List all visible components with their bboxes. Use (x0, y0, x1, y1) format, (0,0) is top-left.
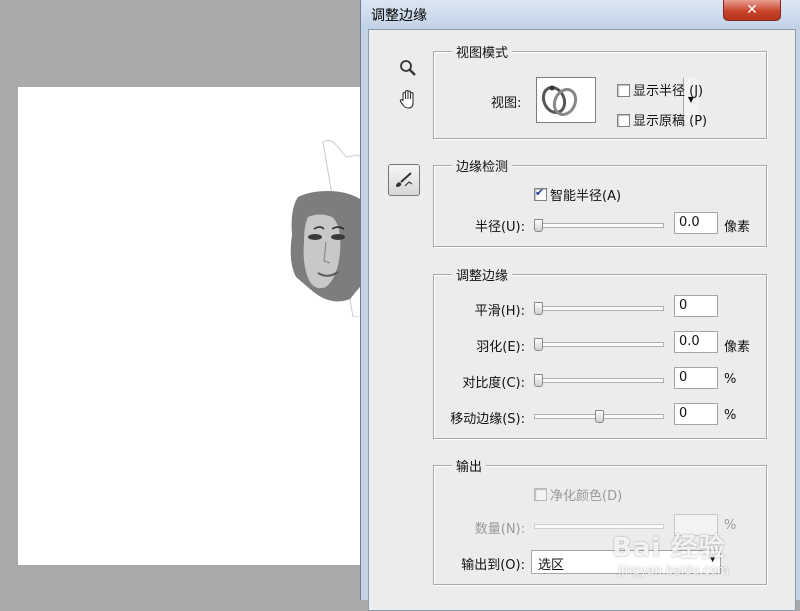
hand-tool-button[interactable] (394, 86, 422, 114)
watermark: Bai 经验 jingyan.baidu.com (612, 527, 797, 585)
decontaminate-colors-checkbox[interactable] (534, 488, 547, 501)
radius-label: 半径(U): (474, 220, 525, 235)
feather-unit: 像素 (724, 340, 751, 355)
radius-slider-knob[interactable] (534, 219, 543, 232)
edge-detection-group: 边缘检测 智能半径(A) 半径(U): 0.0 像素 (433, 156, 767, 247)
contrast-slider-knob[interactable] (534, 374, 543, 387)
feather-label: 羽化(E): (476, 340, 525, 355)
zoom-icon (400, 60, 416, 76)
dialog-titlebar[interactable]: 调整边缘 ✕ (361, 0, 800, 28)
smooth-label: 平滑(H): (474, 304, 525, 319)
close-button[interactable]: ✕ (723, 0, 781, 21)
shift-edge-input[interactable]: 0 (674, 403, 718, 425)
smart-radius-checkbox[interactable] (534, 186, 547, 201)
output-title: 输出 (452, 456, 487, 475)
feather-input[interactable]: 0.0 (674, 331, 718, 353)
output-to-value: 选区 (538, 558, 565, 573)
dialog-title: 调整边缘 (371, 8, 427, 24)
contrast-slider[interactable] (534, 374, 664, 387)
view-mode-title: 视图模式 (452, 42, 513, 61)
adjust-edge-title: 调整边缘 (452, 265, 513, 284)
decontaminate-colors-label: 净化颜色(D) (550, 489, 623, 504)
shift-edge-slider[interactable] (534, 410, 664, 423)
refine-radius-tool-button[interactable] (388, 164, 420, 196)
watermark-logo: Bai 经验 (612, 533, 726, 563)
contrast-label: 对比度(C): (462, 376, 525, 391)
smart-radius-label: 智能半径(A) (550, 189, 622, 204)
refine-edge-dialog: 调整边缘 ✕ 视图模式 视图: ▼ 显示半径 (J) 显示原稿 (P) 边缘检测… (360, 0, 800, 611)
show-radius-label: 显示半径 (J) (633, 84, 704, 99)
feather-slider-knob[interactable] (534, 338, 543, 351)
adjust-edge-group: 调整边缘 平滑(H): 0 羽化(E): 0.0 像素 对比度(C): 0 % … (433, 265, 767, 439)
radius-input[interactable]: 0.0 (674, 212, 718, 234)
contrast-unit: % (724, 372, 737, 387)
cutout-face-image (290, 139, 368, 317)
radius-unit: 像素 (724, 220, 751, 235)
feather-slider[interactable] (534, 338, 664, 351)
view-label: 视图: (491, 96, 522, 111)
shift-edge-label: 移动边缘(S): (450, 412, 525, 427)
watermark-url: jingyan.baidu.com (618, 563, 729, 577)
show-radius-checkbox[interactable] (617, 84, 630, 97)
smooth-slider[interactable] (534, 302, 664, 315)
dialog-client-area: 视图模式 视图: ▼ 显示半径 (J) 显示原稿 (P) 边缘检测 智能半径(A… (368, 29, 796, 611)
hand-icon (399, 89, 414, 109)
radius-slider[interactable] (534, 219, 664, 232)
contrast-input[interactable]: 0 (674, 367, 718, 389)
refine-brush-icon (396, 172, 413, 188)
edge-detection-title: 边缘检测 (452, 156, 513, 175)
smooth-input[interactable]: 0 (674, 295, 718, 317)
close-icon: ✕ (746, 2, 758, 18)
zoom-tool-button[interactable] (394, 54, 422, 82)
smooth-slider-knob[interactable] (534, 302, 543, 315)
show-original-label: 显示原稿 (P) (633, 114, 708, 129)
shift-edge-unit: % (724, 408, 737, 423)
shift-edge-slider-knob[interactable] (595, 410, 604, 423)
view-mode-dropdown[interactable]: ▼ (536, 77, 698, 123)
rings-thumbnail-icon (541, 85, 578, 117)
output-to-label: 输出到(O): (461, 558, 525, 573)
view-mode-group: 视图模式 视图: ▼ 显示半径 (J) 显示原稿 (P) (433, 42, 767, 139)
document-canvas[interactable] (18, 87, 368, 565)
show-original-checkbox[interactable] (617, 114, 630, 127)
amount-label: 数量(N): (474, 522, 525, 537)
